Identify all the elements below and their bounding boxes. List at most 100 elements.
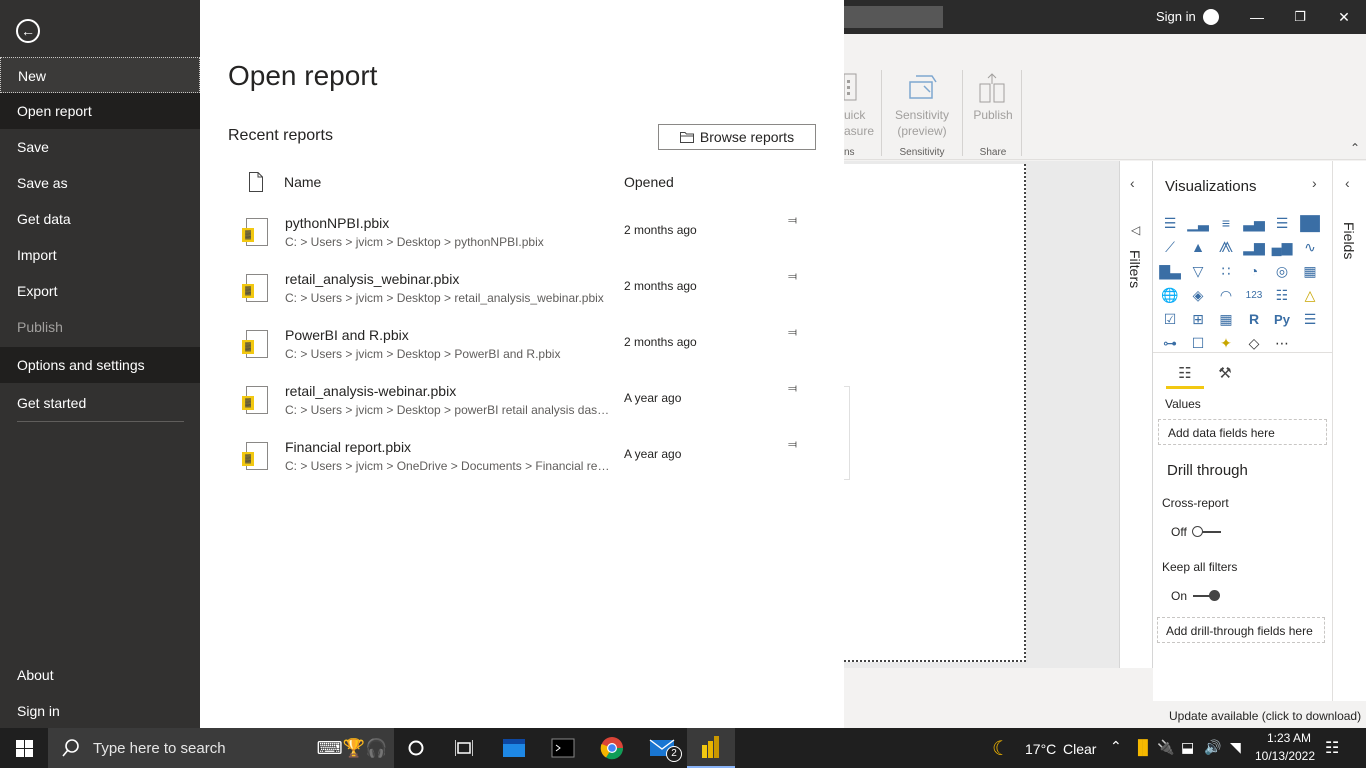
toggle-knob[interactable]: [1209, 590, 1220, 601]
funnel-icon[interactable]: ▽: [1184, 259, 1212, 283]
values-drop-zone[interactable]: Add data fields here: [1158, 419, 1327, 445]
terminal-icon[interactable]: [541, 728, 585, 768]
recent-file-row[interactable]: ▓ PowerBI and R.pbix C: > Users > jvicm …: [228, 322, 828, 378]
weather-temp[interactable]: 17°C: [1025, 741, 1056, 757]
stacked-column-chart-icon[interactable]: ▁▃: [1184, 211, 1212, 235]
filters-pane-label[interactable]: Filters: [1127, 250, 1143, 288]
menu-options-settings[interactable]: Options and settings: [0, 347, 200, 383]
quick-measure-button[interactable]: uick asure: [844, 107, 874, 139]
power-bi-icon[interactable]: [687, 728, 735, 768]
kpi-icon[interactable]: △: [1296, 283, 1324, 307]
pin-icon[interactable]: ⫤: [788, 437, 797, 452]
100-bar-chart-icon[interactable]: ☰: [1268, 211, 1296, 235]
task-view-icon[interactable]: [444, 728, 484, 768]
menu-open-report[interactable]: Open report: [0, 93, 200, 129]
clock-date[interactable]: 10/13/2022: [1250, 749, 1320, 763]
treemap-icon[interactable]: ▦: [1296, 259, 1324, 283]
python-visual-icon[interactable]: Py: [1268, 307, 1296, 331]
fields-well-icon[interactable]: ☷: [1173, 362, 1197, 384]
clock-time[interactable]: 1:23 AM: [1260, 731, 1318, 745]
drill-through-drop-zone[interactable]: Add drill-through fields here: [1157, 617, 1325, 643]
filled-map-icon[interactable]: ◈: [1184, 283, 1212, 307]
r-visual-icon[interactable]: R: [1240, 307, 1268, 331]
clustered-bar-chart-icon[interactable]: ≡: [1212, 211, 1240, 235]
windows-start-icon[interactable]: [0, 728, 48, 768]
power-bi-tray-icon[interactable]: ▐▌: [1133, 739, 1153, 755]
sign-in-link[interactable]: Sign in: [1156, 9, 1196, 24]
collapse-ribbon-icon[interactable]: ⌃: [1350, 141, 1360, 155]
recent-file-row[interactable]: ▓ retail_analysis-webinar.pbix C: > User…: [228, 378, 828, 434]
minimize-button[interactable]: —: [1247, 7, 1267, 27]
back-arrow-icon[interactable]: ←: [16, 19, 40, 43]
menu-save-as[interactable]: Save as: [0, 165, 200, 201]
avatar[interactable]: [1203, 9, 1219, 25]
browse-reports-button[interactable]: Browse reports: [658, 124, 816, 150]
title-search-box[interactable]: [844, 6, 943, 28]
file-explorer-icon[interactable]: [492, 728, 536, 768]
search-highlight-icon[interactable]: ⌨🏆🎧: [312, 728, 392, 768]
calculations-group-label: ns: [844, 147, 855, 158]
line-column-chart-icon[interactable]: ▂▆: [1240, 235, 1268, 259]
menu-about[interactable]: About: [0, 657, 200, 693]
fields-pane-label[interactable]: Fields: [1341, 222, 1357, 259]
clustered-column-chart-icon[interactable]: ▃▅: [1240, 211, 1268, 235]
show-hidden-icons-chevron-icon[interactable]: ⌃: [1110, 738, 1122, 755]
moon-weather-icon[interactable]: ☾: [992, 736, 1010, 761]
multi-row-card-icon[interactable]: ☷: [1268, 283, 1296, 307]
notifications-icon[interactable]: ☷: [1325, 738, 1339, 758]
matrix-icon[interactable]: ▦: [1212, 307, 1240, 331]
stacked-bar-chart-icon[interactable]: ☰: [1156, 211, 1184, 235]
sensitivity-button[interactable]: Sensitivity (preview): [888, 107, 956, 139]
menu-get-started[interactable]: Get started: [0, 385, 200, 421]
gauge-icon[interactable]: ◠: [1212, 283, 1240, 307]
report-page[interactable]: [844, 164, 1026, 662]
menu-import[interactable]: Import: [0, 237, 200, 273]
cortana-icon[interactable]: [397, 728, 435, 768]
pin-icon[interactable]: ⫤: [788, 269, 797, 284]
restore-button[interactable]: ❐: [1290, 7, 1310, 27]
scatter-chart-icon[interactable]: ∷: [1212, 259, 1240, 283]
line-chart-icon[interactable]: ⟋: [1156, 235, 1184, 259]
chrome-icon[interactable]: [590, 728, 634, 768]
name-column-header[interactable]: Name: [284, 174, 321, 190]
ribbon-chart-icon[interactable]: ∿: [1296, 235, 1324, 259]
battery-plug-icon[interactable]: 🔌: [1157, 739, 1174, 756]
update-available-link[interactable]: Update available (click to download): [1169, 709, 1361, 723]
menu-new[interactable]: New: [0, 57, 200, 93]
waterfall-chart-icon[interactable]: ▇▃: [1156, 259, 1184, 283]
pin-icon[interactable]: ⫤: [788, 325, 797, 340]
chevron-left-icon[interactable]: ‹: [1130, 175, 1135, 191]
values-label: Values: [1165, 397, 1201, 411]
card-icon[interactable]: 123: [1240, 283, 1268, 307]
menu-export[interactable]: Export: [0, 273, 200, 309]
donut-chart-icon[interactable]: ◎: [1268, 259, 1296, 283]
chevron-right-icon[interactable]: ›: [1312, 175, 1317, 191]
pie-chart-icon[interactable]: ◔: [1240, 259, 1268, 283]
pin-icon[interactable]: ⫤: [788, 381, 797, 396]
menu-sign-in[interactable]: Sign in: [0, 693, 200, 729]
slicer-icon[interactable]: ☑: [1156, 307, 1184, 331]
publish-ribbon-button[interactable]: Publish: [968, 107, 1018, 123]
weather-desc[interactable]: Clear: [1063, 741, 1096, 757]
toggle-knob[interactable]: [1192, 526, 1203, 537]
chevron-left-icon[interactable]: ‹: [1345, 175, 1350, 191]
wifi-icon[interactable]: ◥: [1230, 739, 1241, 756]
menu-save[interactable]: Save: [0, 129, 200, 165]
line-clustered-column-icon[interactable]: ▄▆: [1268, 235, 1296, 259]
pin-icon[interactable]: ⫤: [788, 213, 797, 228]
stacked-area-chart-icon[interactable]: ⨇: [1212, 235, 1240, 259]
key-influencers-icon[interactable]: ☰: [1296, 307, 1324, 331]
format-paint-icon[interactable]: ⚒: [1213, 362, 1237, 384]
volume-icon[interactable]: 🔊: [1204, 739, 1221, 756]
recent-file-row[interactable]: ▓ pythonNPBI.pbix C: > Users > jvicm > D…: [228, 210, 828, 266]
100-column-chart-icon[interactable]: ██: [1296, 211, 1324, 235]
recent-file-row[interactable]: ▓ Financial report.pbix C: > Users > jvi…: [228, 434, 828, 490]
opened-column-header[interactable]: Opened: [624, 174, 674, 190]
security-icon[interactable]: ⬓: [1181, 739, 1194, 756]
area-chart-icon[interactable]: ▲: [1184, 235, 1212, 259]
table-icon[interactable]: ⊞: [1184, 307, 1212, 331]
map-icon[interactable]: 🌐: [1156, 283, 1184, 307]
recent-file-row[interactable]: ▓ retail_analysis_webinar.pbix C: > User…: [228, 266, 828, 322]
close-button[interactable]: ✕: [1334, 7, 1354, 27]
menu-get-data[interactable]: Get data: [0, 201, 200, 237]
